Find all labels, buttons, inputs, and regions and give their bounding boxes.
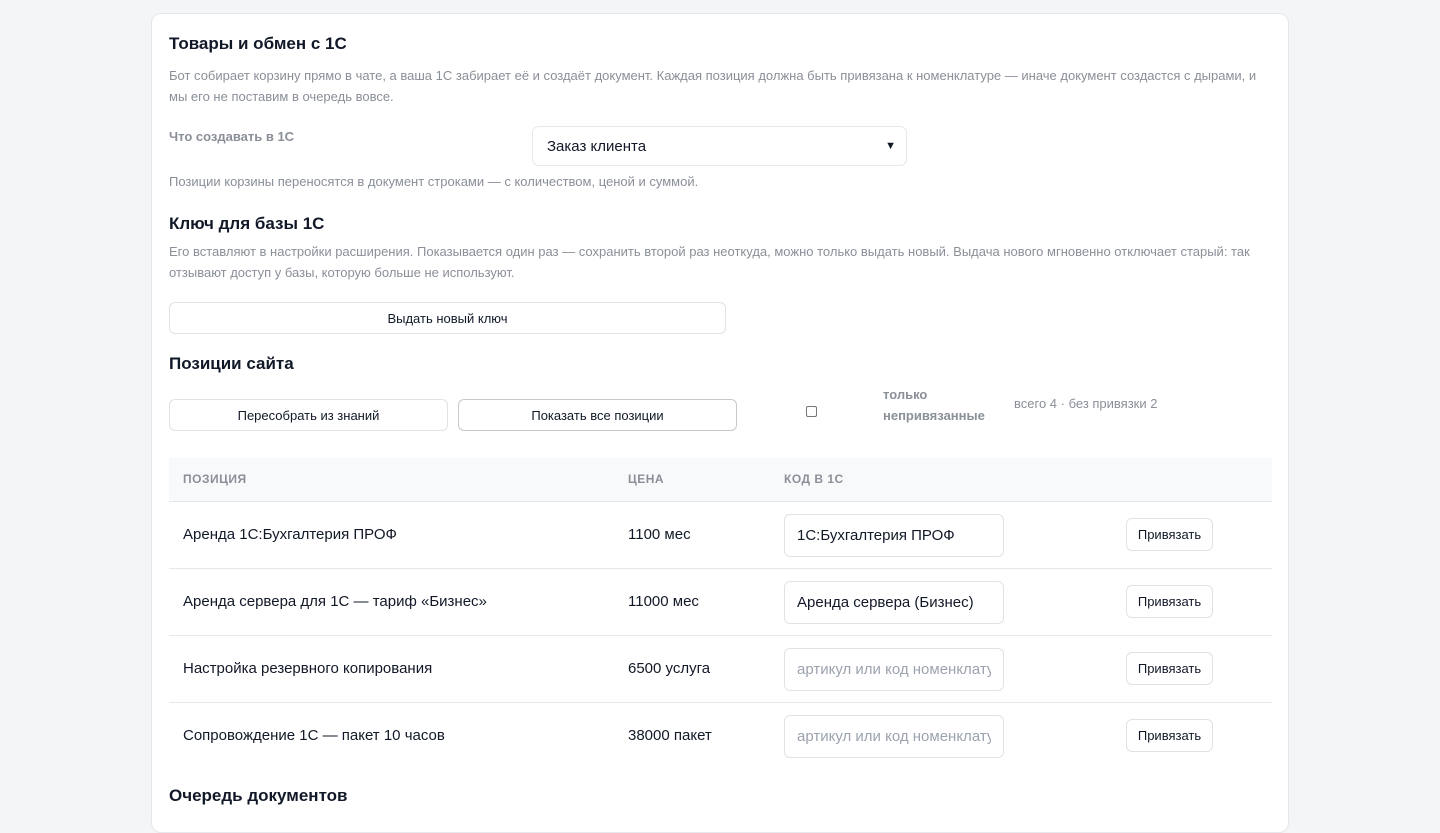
bind-button[interactable]: Привязать [1126, 652, 1213, 685]
only-unbound-label: только непривязанные [883, 387, 985, 423]
key-section-description: Его вставляют в настройки расширения. По… [169, 244, 1250, 280]
position-price: 6500 услуга [628, 660, 711, 677]
column-header-code: КОД В 1С [784, 472, 844, 486]
positions-table: ПОЗИЦИЯ ЦЕНА КОД В 1С Аренда 1С:Бухгалте… [169, 458, 1272, 769]
rebuild-from-knowledge-button[interactable]: Пересобрать из знаний [169, 399, 448, 431]
table-row: Сопровождение 1С — пакет 10 часов 38000 … [169, 703, 1272, 769]
chevron-down-icon: ▼ [885, 140, 896, 152]
position-price: 38000 пакет [628, 727, 712, 744]
positions-counts: всего 4 · без привязки 2 [1014, 396, 1158, 411]
table-row: Настройка резервного копирования 6500 ус… [169, 636, 1272, 703]
position-name: Сопровождение 1С — пакет 10 часов [183, 727, 445, 744]
column-header-position: ПОЗИЦИЯ [183, 472, 247, 486]
bind-button[interactable]: Привязать [1126, 719, 1213, 752]
bind-button[interactable]: Привязать [1126, 585, 1213, 618]
rows-transfer-note: Позиции корзины переносятся в документ с… [169, 174, 699, 189]
queue-section-title: Очередь документов [169, 786, 348, 805]
position-name: Аренда сервера для 1С — тариф «Бизнес» [183, 593, 487, 610]
positions-section-title: Позиции сайта [169, 354, 294, 373]
settings-card: Товары и обмен с 1С Бот собирает корзину… [151, 13, 1289, 833]
table-row: Аренда сервера для 1С — тариф «Бизнес» 1… [169, 569, 1272, 636]
document-type-select[interactable]: Заказ клиента ▼ [532, 126, 907, 166]
create-document-label: Что создавать в 1С [169, 129, 295, 144]
issue-new-key-button[interactable]: Выдать новый ключ [169, 302, 726, 334]
document-type-value: Заказ клиента [547, 137, 647, 155]
goods-section-title: Товары и обмен с 1С [169, 34, 347, 53]
position-price: 11000 мес [628, 593, 699, 610]
table-row: Аренда 1С:Бухгалтерия ПРОФ 1100 мес Прив… [169, 502, 1272, 569]
key-section-title: Ключ для базы 1С [169, 214, 325, 233]
column-header-price: ЦЕНА [628, 472, 665, 486]
goods-section-description: Бот собирает корзину прямо в чате, а ваш… [169, 68, 1257, 104]
code-input[interactable] [784, 581, 1004, 624]
bind-button[interactable]: Привязать [1126, 518, 1213, 551]
code-input[interactable] [784, 715, 1004, 758]
show-all-positions-button[interactable]: Показать все позиции [458, 399, 737, 431]
code-input[interactable] [784, 648, 1004, 691]
code-input[interactable] [784, 514, 1004, 557]
position-price: 1100 мес [628, 526, 691, 543]
position-name: Аренда 1С:Бухгалтерия ПРОФ [183, 526, 397, 543]
table-header: ПОЗИЦИЯ ЦЕНА КОД В 1С [169, 458, 1272, 502]
position-name: Настройка резервного копирования [183, 660, 433, 677]
only-unbound-checkbox[interactable] [806, 406, 817, 417]
